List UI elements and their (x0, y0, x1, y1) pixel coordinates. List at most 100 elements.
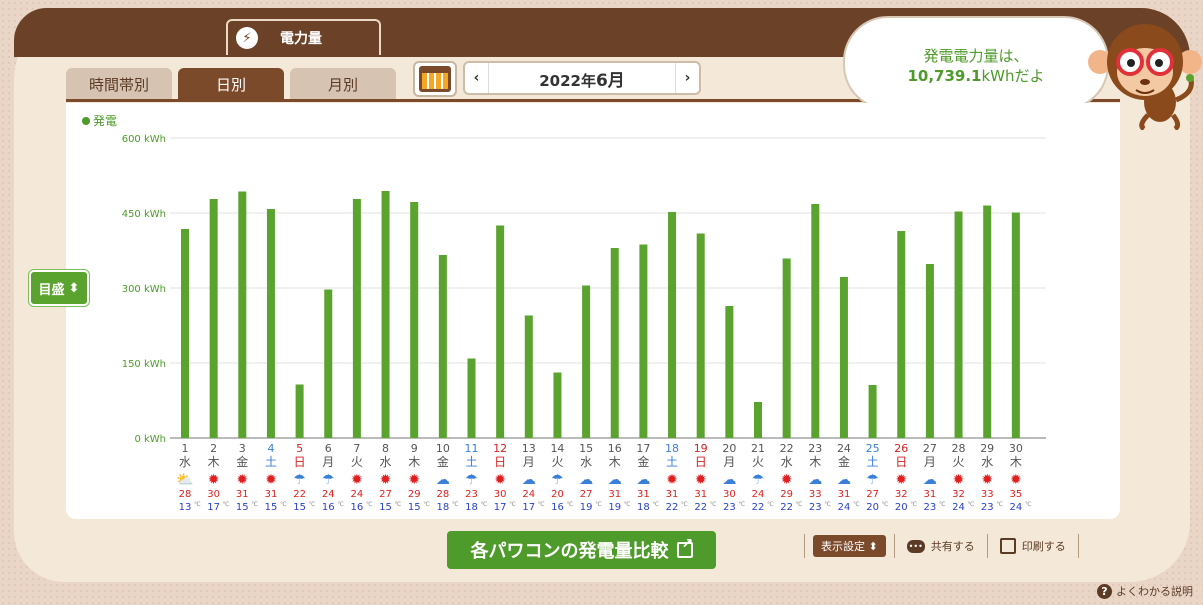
bar (438, 255, 447, 438)
weather-sun-icon: ✹ (695, 472, 707, 488)
x-weekday-label: 火 (551, 455, 563, 469)
y-tick-label: 600 kWh (122, 134, 166, 145)
x-weekday-label: 日 (895, 455, 907, 469)
min-temp-label: 17 (207, 502, 220, 513)
weather-sun-icon: ✹ (380, 472, 392, 488)
bar (352, 199, 361, 438)
weather-rain-icon: ☂ (465, 472, 478, 488)
max-temp-label: 23 (465, 489, 478, 500)
bar (181, 229, 189, 438)
max-temp-label: 31 (924, 489, 937, 500)
weather-cloudy-icon: ☁ (808, 472, 822, 488)
divider (1077, 534, 1079, 558)
x-weekday-label: 土 (666, 455, 678, 469)
x-weekday-label: 木 (1010, 455, 1022, 469)
x-weekday-label: 月 (523, 455, 535, 469)
bar (610, 248, 619, 438)
print-label: 印刷する (1021, 540, 1066, 553)
max-temp-label: 24 (522, 489, 535, 500)
x-weekday-label: 金 (838, 454, 850, 469)
bar (467, 358, 476, 438)
max-temp-label: 29 (780, 489, 793, 500)
x-day-label: 20 (722, 442, 736, 455)
x-day-label: 5 (296, 442, 303, 455)
bar (839, 277, 848, 438)
divider (893, 534, 895, 558)
min-temp-label: 15 (293, 502, 306, 513)
weather-cloudy-icon: ☁ (837, 472, 851, 488)
min-temp-label: 20 (866, 502, 879, 513)
y-tick-label: 300 kWh (122, 284, 166, 295)
min-temp-label: 22 (694, 502, 707, 513)
temp-unit-label: ℃ (251, 501, 258, 508)
bar (266, 209, 275, 438)
divider (986, 534, 988, 558)
daily-generation-chart: 0 kWh150 kWh300 kWh450 kWh600 kWh1水⛅2813… (122, 134, 1046, 513)
x-weekday-label: 水 (981, 455, 993, 469)
x-day-label: 6 (325, 442, 332, 455)
max-temp-label: 33 (981, 489, 994, 500)
x-weekday-label: 日 (294, 455, 306, 469)
x-day-label: 16 (608, 442, 622, 455)
print-icon (999, 538, 1016, 554)
max-temp-label: 27 (580, 489, 593, 500)
x-day-label: 7 (353, 442, 360, 455)
weather-sun-icon: ✹ (494, 472, 506, 488)
min-temp-label: 23 (981, 502, 994, 513)
x-weekday-label: 水 (781, 455, 793, 469)
weather-rain-icon: ☂ (322, 472, 335, 488)
max-temp-label: 31 (838, 489, 851, 500)
max-temp-label: 30 (494, 489, 507, 500)
weather-sun-icon: ✹ (895, 472, 907, 488)
bar (696, 233, 705, 438)
bar (868, 385, 877, 438)
max-temp-label: 35 (1009, 489, 1022, 500)
x-day-label: 21 (751, 442, 765, 455)
temp-unit-label: ℃ (566, 501, 573, 508)
x-weekday-label: 金 (637, 454, 649, 469)
compare-inverters-label: 各パワコンの発電量比較 (470, 541, 669, 562)
bar (954, 211, 963, 438)
x-day-label: 24 (837, 442, 851, 455)
toolbar: 表示設定 ⬍ ••• 共有する 印刷する (796, 534, 1087, 558)
x-day-label: 10 (436, 442, 450, 455)
print-button[interactable]: 印刷する (996, 538, 1070, 554)
temp-unit-label: ℃ (337, 501, 344, 508)
x-day-label: 27 (923, 442, 937, 455)
x-day-label: 25 (866, 442, 880, 455)
help-link[interactable]: ? よくわかる説明 (1097, 583, 1193, 599)
temp-unit-label: ℃ (939, 501, 946, 508)
x-day-label: 22 (780, 442, 794, 455)
min-temp-label: 15 (408, 502, 421, 513)
min-temp-label: 16 (551, 502, 564, 513)
x-weekday-label: 木 (809, 455, 821, 469)
max-temp-label: 20 (551, 489, 564, 500)
x-weekday-label: 日 (695, 455, 707, 469)
compare-inverters-button[interactable]: 各パワコンの発電量比較 (447, 531, 716, 569)
min-temp-label: 22 (666, 502, 679, 513)
share-label: 共有する (930, 540, 975, 553)
weather-sun-icon: ✹ (408, 472, 420, 488)
min-temp-label: 13 (179, 502, 192, 513)
max-temp-label: 31 (694, 489, 707, 500)
min-temp-label: 20 (895, 502, 908, 513)
min-temp-label: 18 (465, 502, 478, 513)
x-weekday-label: 土 (265, 455, 277, 469)
temp-unit-label: ℃ (853, 501, 860, 508)
min-temp-label: 16 (351, 502, 364, 513)
bar (381, 191, 390, 438)
weather-rain-icon: ☂ (752, 472, 765, 488)
help-label: よくわかる説明 (1116, 585, 1193, 598)
bar (983, 205, 992, 438)
share-button[interactable]: ••• 共有する (903, 538, 979, 554)
weather-sun-icon: ✹ (236, 472, 248, 488)
x-day-label: 14 (550, 442, 564, 455)
max-temp-label: 28 (179, 489, 192, 500)
y-tick-label: 0 kWh (134, 434, 166, 445)
x-day-label: 3 (239, 442, 246, 455)
max-temp-label: 22 (293, 489, 306, 500)
x-weekday-label: 土 (867, 455, 879, 469)
max-temp-label: 30 (207, 489, 220, 500)
external-link-icon (676, 536, 693, 558)
display-settings-button[interactable]: 表示設定 ⬍ (813, 535, 886, 557)
